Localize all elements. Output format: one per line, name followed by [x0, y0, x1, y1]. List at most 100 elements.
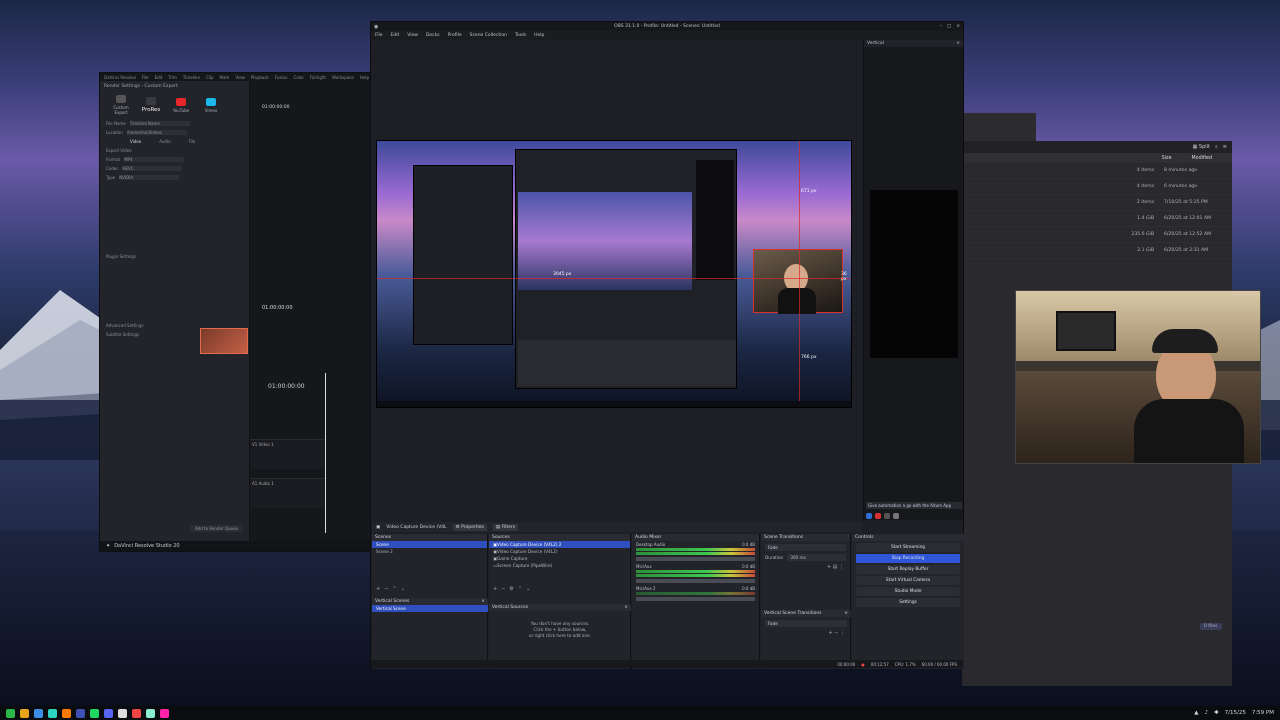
menu-item[interactable]: Timeline	[183, 75, 200, 80]
vertical-canvas[interactable]	[870, 190, 958, 358]
close-icon[interactable]: ×	[481, 599, 485, 604]
aitum-tip[interactable]: Give automation a go with the Aitum App	[866, 502, 962, 509]
codec-select[interactable]: HEVC	[122, 166, 183, 171]
browser-icon[interactable]	[34, 708, 43, 718]
steam-icon[interactable]	[146, 708, 155, 718]
davinci-resolve-window[interactable]: DaVinci Resolve File Edit Trim Timeline …	[99, 72, 371, 552]
file-row[interactable]: 2 items 7/10/25 at 5:25 PM	[962, 195, 1232, 211]
clock-time[interactable]: 7:59 PM	[1252, 710, 1274, 716]
app-launcher-icon[interactable]	[6, 708, 15, 718]
split-view-button[interactable]: ▦ Split	[1193, 144, 1210, 150]
volume-icon[interactable]: ♪	[1205, 710, 1209, 716]
source-item[interactable]: ▣ Video Capture Device (V4L2)	[489, 548, 630, 555]
volume-slider[interactable]	[636, 557, 755, 561]
close-icon[interactable]: ×	[956, 41, 960, 46]
stop-recording-button[interactable]: Stop Recording	[856, 554, 960, 563]
scene-item[interactable]: Scene	[372, 541, 487, 548]
audio-track-a1[interactable]: A1 Audio 1	[250, 478, 325, 508]
menu-item[interactable]: File	[142, 75, 149, 80]
maximize-icon[interactable]: □	[947, 24, 951, 29]
menu-item[interactable]: Edit	[155, 75, 163, 80]
preset-youtube[interactable]: YouTube	[170, 97, 192, 113]
discord-icon[interactable]	[104, 708, 113, 718]
video-track-v1[interactable]: V1 Video 1	[250, 439, 325, 469]
location-input[interactable]: /home/me/Videos	[126, 130, 187, 135]
remove-icon[interactable]: −	[384, 586, 388, 594]
preset-custom-export[interactable]: Custom Export	[110, 95, 132, 115]
filename-input[interactable]: Timeline Name	[129, 121, 190, 126]
menu-item[interactable]: Fairlight	[310, 75, 326, 80]
menu-file[interactable]: File	[375, 33, 383, 38]
vertical-scene-item[interactable]: Vertical Scene	[372, 605, 488, 612]
section-export-video[interactable]: Export Video	[100, 146, 249, 155]
remove-icon[interactable]: −	[834, 630, 838, 636]
menu-item[interactable]: Trim	[168, 75, 177, 80]
clock-date[interactable]: 7/15/25	[1225, 710, 1246, 716]
stream-icon[interactable]	[866, 513, 872, 519]
menu-scene-collection[interactable]: Scene Collection	[470, 33, 507, 38]
menu-help[interactable]: Help	[534, 33, 544, 38]
menu-icon[interactable]: ≡	[1223, 144, 1227, 150]
tab-video[interactable]: Video	[130, 139, 141, 144]
menu-item[interactable]: Mark	[220, 75, 230, 80]
start-replay-buffer-button[interactable]: Start Replay Buffer	[856, 565, 960, 574]
add-icon[interactable]: +	[376, 586, 380, 594]
more-icon[interactable]: ⋮	[840, 630, 845, 636]
settings-icon[interactable]	[160, 708, 169, 718]
remove-icon[interactable]: −	[501, 586, 505, 594]
menu-edit[interactable]: Edit	[391, 33, 400, 38]
source-item[interactable]: ▣ Game Capture	[489, 555, 630, 562]
backtrack-icon[interactable]	[884, 513, 890, 519]
duration-input[interactable]: 300 ms	[787, 554, 846, 561]
file-row[interactable]: 235.6 GiB 6/20/25 at 12:52 AM	[962, 227, 1232, 243]
timeline-playhead[interactable]	[325, 373, 326, 533]
properties-button[interactable]: ⚙ Properties	[452, 523, 487, 531]
menu-item[interactable]: Workspace	[332, 75, 354, 80]
webcam-source[interactable]	[753, 249, 843, 314]
remove-icon[interactable]: ▤	[833, 564, 838, 570]
menu-item[interactable]: Playback	[251, 75, 269, 80]
menu-profile[interactable]: Profile	[448, 33, 462, 38]
spotify-icon[interactable]	[90, 708, 99, 718]
close-icon[interactable]: ×	[844, 611, 848, 616]
up-icon[interactable]: ⌃	[518, 586, 522, 594]
transition-select[interactable]: Fade	[765, 544, 846, 551]
file-row[interactable]: 4 items 8 minutes ago	[962, 163, 1232, 179]
firefox-icon[interactable]	[62, 708, 71, 718]
settings-icon[interactable]: ⚙	[509, 586, 513, 594]
preset-vimeo[interactable]: Vimeo	[200, 97, 222, 113]
folder-icon[interactable]	[20, 708, 29, 718]
settings-button[interactable]: Settings	[856, 598, 960, 607]
up-icon[interactable]: ⌃	[392, 586, 396, 594]
menu-view[interactable]: View	[407, 33, 418, 38]
settings-icon[interactable]	[893, 513, 899, 519]
add-icon[interactable]: +	[827, 564, 831, 570]
tab-audio[interactable]: Audio	[159, 139, 170, 144]
davinci-icon[interactable]	[132, 708, 141, 718]
size-column-header[interactable]: Size	[1162, 156, 1172, 161]
timeline-clip-thumbnail[interactable]	[200, 328, 248, 354]
preset-prores[interactable]: ProRes	[140, 97, 162, 113]
modified-column-header[interactable]: Modified	[1192, 156, 1212, 161]
more-icon[interactable]: ⋮	[839, 564, 844, 570]
menu-docks[interactable]: Docks	[426, 33, 440, 38]
section-plugin-settings[interactable]: Plugin Settings	[100, 252, 249, 261]
volume-slider[interactable]	[636, 579, 755, 583]
add-icon[interactable]: +	[828, 630, 832, 636]
studio-mode-button[interactable]: Studio Mode	[856, 587, 960, 596]
terminal-icon[interactable]	[48, 708, 57, 718]
menu-item[interactable]: Help	[360, 75, 369, 80]
start-virtual-camera-button[interactable]: Start Virtual Camera	[856, 576, 960, 585]
network-icon[interactable]: ▲	[1194, 710, 1198, 716]
editor-icon[interactable]	[76, 708, 85, 718]
file-row[interactable]: 2.1 GiB 6/20/25 at 2:31 AM	[962, 243, 1232, 259]
volume-slider[interactable]	[636, 597, 755, 601]
filters-button[interactable]: ▤ Filters	[492, 523, 519, 531]
file-row[interactable]: 1.4 GiB 6/20/25 at 12:01 AM	[962, 211, 1232, 227]
search-icon[interactable]: ⌕	[1215, 144, 1218, 150]
obs-icon[interactable]	[118, 708, 127, 718]
obs-window[interactable]: ◉ OBS 31.1.0 - Profile: Untitled - Scene…	[370, 21, 964, 669]
record-icon[interactable]	[875, 513, 881, 519]
down-icon[interactable]: ⌄	[401, 586, 405, 594]
menu-tools[interactable]: Tools	[515, 33, 526, 38]
